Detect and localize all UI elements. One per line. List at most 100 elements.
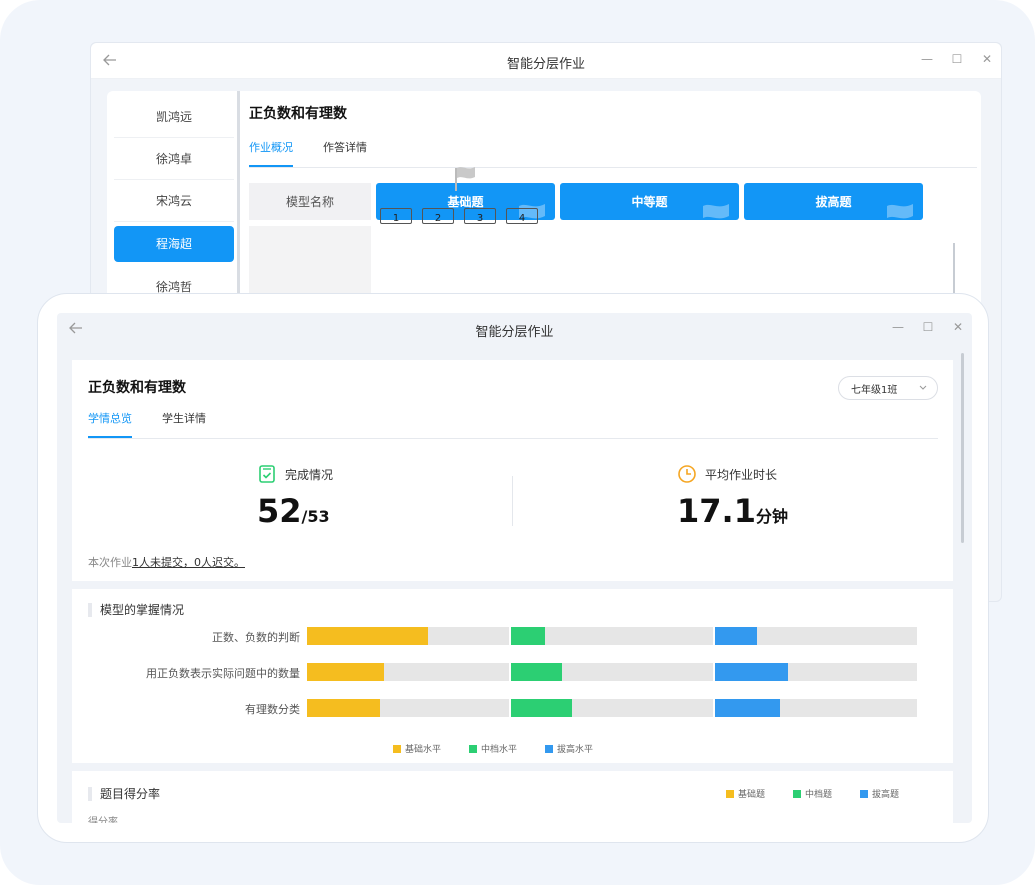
legend-item: 中档题	[793, 787, 832, 800]
mastery-track-medium	[511, 699, 713, 717]
student-item-active[interactable]: 程海超	[114, 226, 234, 262]
overview-card: 正负数和有理数 七年级1班 学情总览 学生详情 完成情况 52/53 平均作业时…	[72, 360, 953, 581]
question-number[interactable]: 4	[506, 208, 538, 224]
completion-label: 完成情况	[285, 467, 334, 482]
legend-label: 基础题	[738, 790, 766, 800]
mastery-track-advanced	[715, 663, 917, 681]
completion-value: 52/53	[257, 492, 333, 530]
question-number-row: 1 2 3 4	[380, 208, 538, 224]
minimize-icon[interactable]: —	[919, 51, 935, 67]
class-select-value: 七年级1班	[851, 384, 898, 396]
student-item[interactable]: 凯鸿远	[114, 96, 234, 138]
mastery-bar-advanced	[715, 627, 757, 645]
completion-done: 52	[257, 492, 302, 530]
clock-icon	[678, 465, 696, 483]
avg-time-label: 平均作业时长	[705, 467, 778, 482]
tab-overview[interactable]: 作业概况	[249, 139, 293, 167]
model-header-row: 模型名称 基础题 中等题 拔高题	[249, 183, 977, 220]
front-titlebar: 智能分层作业 — ☐ ✕	[57, 313, 972, 345]
mastery-bar-basic	[307, 663, 384, 681]
window-title: 智能分层作业	[506, 57, 585, 72]
level-advanced-button[interactable]: 拔高题	[744, 183, 923, 220]
maximize-icon[interactable]: ☐	[920, 319, 936, 335]
mastery-track-medium	[511, 663, 713, 681]
maximize-icon[interactable]: ☐	[949, 51, 965, 67]
tab-answer-details[interactable]: 作答详情	[323, 139, 367, 167]
mastery-row-label: 正数、负数的判断	[212, 631, 300, 644]
legend-label: 中档题	[805, 790, 833, 800]
mastery-bar-basic	[307, 699, 380, 717]
legend-item: 中档水平	[469, 742, 517, 755]
avg-time-unit: 分钟	[755, 507, 788, 526]
mastery-card: 模型的掌握情况 正数、负数的判断用正负数表示实际问题中的数量有理数分类 基础水平…	[72, 589, 953, 763]
avg-time-stat: 平均作业时长 17.1分钟	[677, 464, 788, 530]
mastery-bar-medium	[511, 627, 545, 645]
mastery-bar-advanced	[715, 699, 780, 717]
legend-item: 拔高题	[860, 787, 899, 800]
note-prefix: 本次作业	[88, 556, 132, 569]
chevron-down-icon	[919, 385, 927, 390]
mastery-track-advanced	[715, 699, 917, 717]
level-label: 拔高题	[815, 195, 852, 209]
front-tabs: 学情总览 学生详情	[88, 410, 938, 439]
list-scrollbar[interactable]	[237, 91, 240, 311]
mastery-title-text: 模型的掌握情况	[100, 603, 185, 617]
completion-stat: 完成情况 52/53	[257, 464, 333, 530]
front-scrollbar[interactable]	[961, 353, 964, 543]
mastery-track-basic	[307, 627, 509, 645]
close-icon[interactable]: ✕	[979, 51, 995, 67]
question-number[interactable]: 3	[464, 208, 496, 224]
avg-time-number: 17.1	[677, 492, 756, 530]
level-medium-button[interactable]: 中等题	[560, 183, 739, 220]
back-tabs: 作业概况 作答详情	[249, 139, 977, 168]
mastery-row-label: 用正负数表示实际问题中的数量	[146, 667, 300, 680]
section-bar	[88, 786, 92, 801]
section-bar	[88, 602, 92, 617]
minimize-icon[interactable]: —	[890, 319, 906, 335]
mastery-track-basic	[307, 699, 509, 717]
mastery-bar-basic	[307, 627, 428, 645]
student-list: 凯鸿远 徐鸿卓 宋鸿云 程海超 徐鸿哲	[114, 96, 234, 308]
homework-title: 正负数和有理数	[249, 106, 347, 122]
homework-note: 本次作业1人未提交，0人迟交。	[88, 554, 245, 570]
note-link[interactable]: 1人未提交，0人迟交。	[132, 556, 245, 569]
student-item[interactable]: 徐鸿卓	[114, 138, 234, 180]
legend-item: 基础题	[726, 787, 765, 800]
mastery-title: 模型的掌握情况	[88, 601, 184, 618]
back-content: 正负数和有理数 作业概况 作答详情 模型名称 基础题 中等题 拔高题 1 2 3…	[249, 103, 977, 306]
window-title: 智能分层作业	[475, 325, 554, 340]
tab-student-details[interactable]: 学生详情	[162, 410, 206, 438]
mastery-track-medium	[511, 627, 713, 645]
mastery-row: 正数、负数的判断	[72, 627, 953, 645]
front-window: 智能分层作业 — ☐ ✕ 正负数和有理数 七年级1班 学情总览 学生详情 完成情…	[57, 313, 972, 823]
mastery-bar-medium	[511, 699, 572, 717]
score-rate-title: 题目得分率	[88, 785, 160, 802]
level-label: 中等题	[631, 195, 668, 209]
stat-divider	[512, 476, 513, 526]
legend-item: 基础水平	[393, 742, 441, 755]
legend-label: 拔高题	[872, 790, 900, 800]
mastery-row: 有理数分类	[72, 699, 953, 717]
tab-learning-overview[interactable]: 学情总览	[88, 410, 132, 438]
checklist-icon	[259, 465, 275, 483]
legend-label: 中档水平	[481, 745, 518, 755]
score-rate-card: 题目得分率 基础题 中档题 拔高题 得分率	[72, 771, 953, 823]
legend-label: 基础水平	[405, 745, 442, 755]
legend-label: 拔高水平	[557, 745, 594, 755]
back-titlebar: 智能分层作业 — ☐ ✕	[91, 43, 1001, 79]
avg-time-value: 17.1分钟	[677, 492, 788, 530]
mastery-bar-advanced	[715, 663, 788, 681]
question-number[interactable]: 2	[422, 208, 454, 224]
flag-icon	[703, 204, 729, 220]
model-name-header: 模型名称	[249, 183, 371, 220]
mastery-bar-medium	[511, 663, 562, 681]
score-rate-legend: 基础题 中档题 拔高题	[726, 787, 899, 800]
legend-item: 拔高水平	[545, 742, 593, 755]
homework-title: 正负数和有理数	[88, 380, 186, 396]
student-item[interactable]: 宋鸿云	[114, 180, 234, 222]
close-icon[interactable]: ✕	[950, 319, 966, 335]
question-number[interactable]: 1	[380, 208, 412, 224]
completion-total: /53	[301, 507, 330, 526]
mastery-row-label: 有理数分类	[245, 703, 300, 716]
class-select[interactable]: 七年级1班	[838, 376, 938, 400]
